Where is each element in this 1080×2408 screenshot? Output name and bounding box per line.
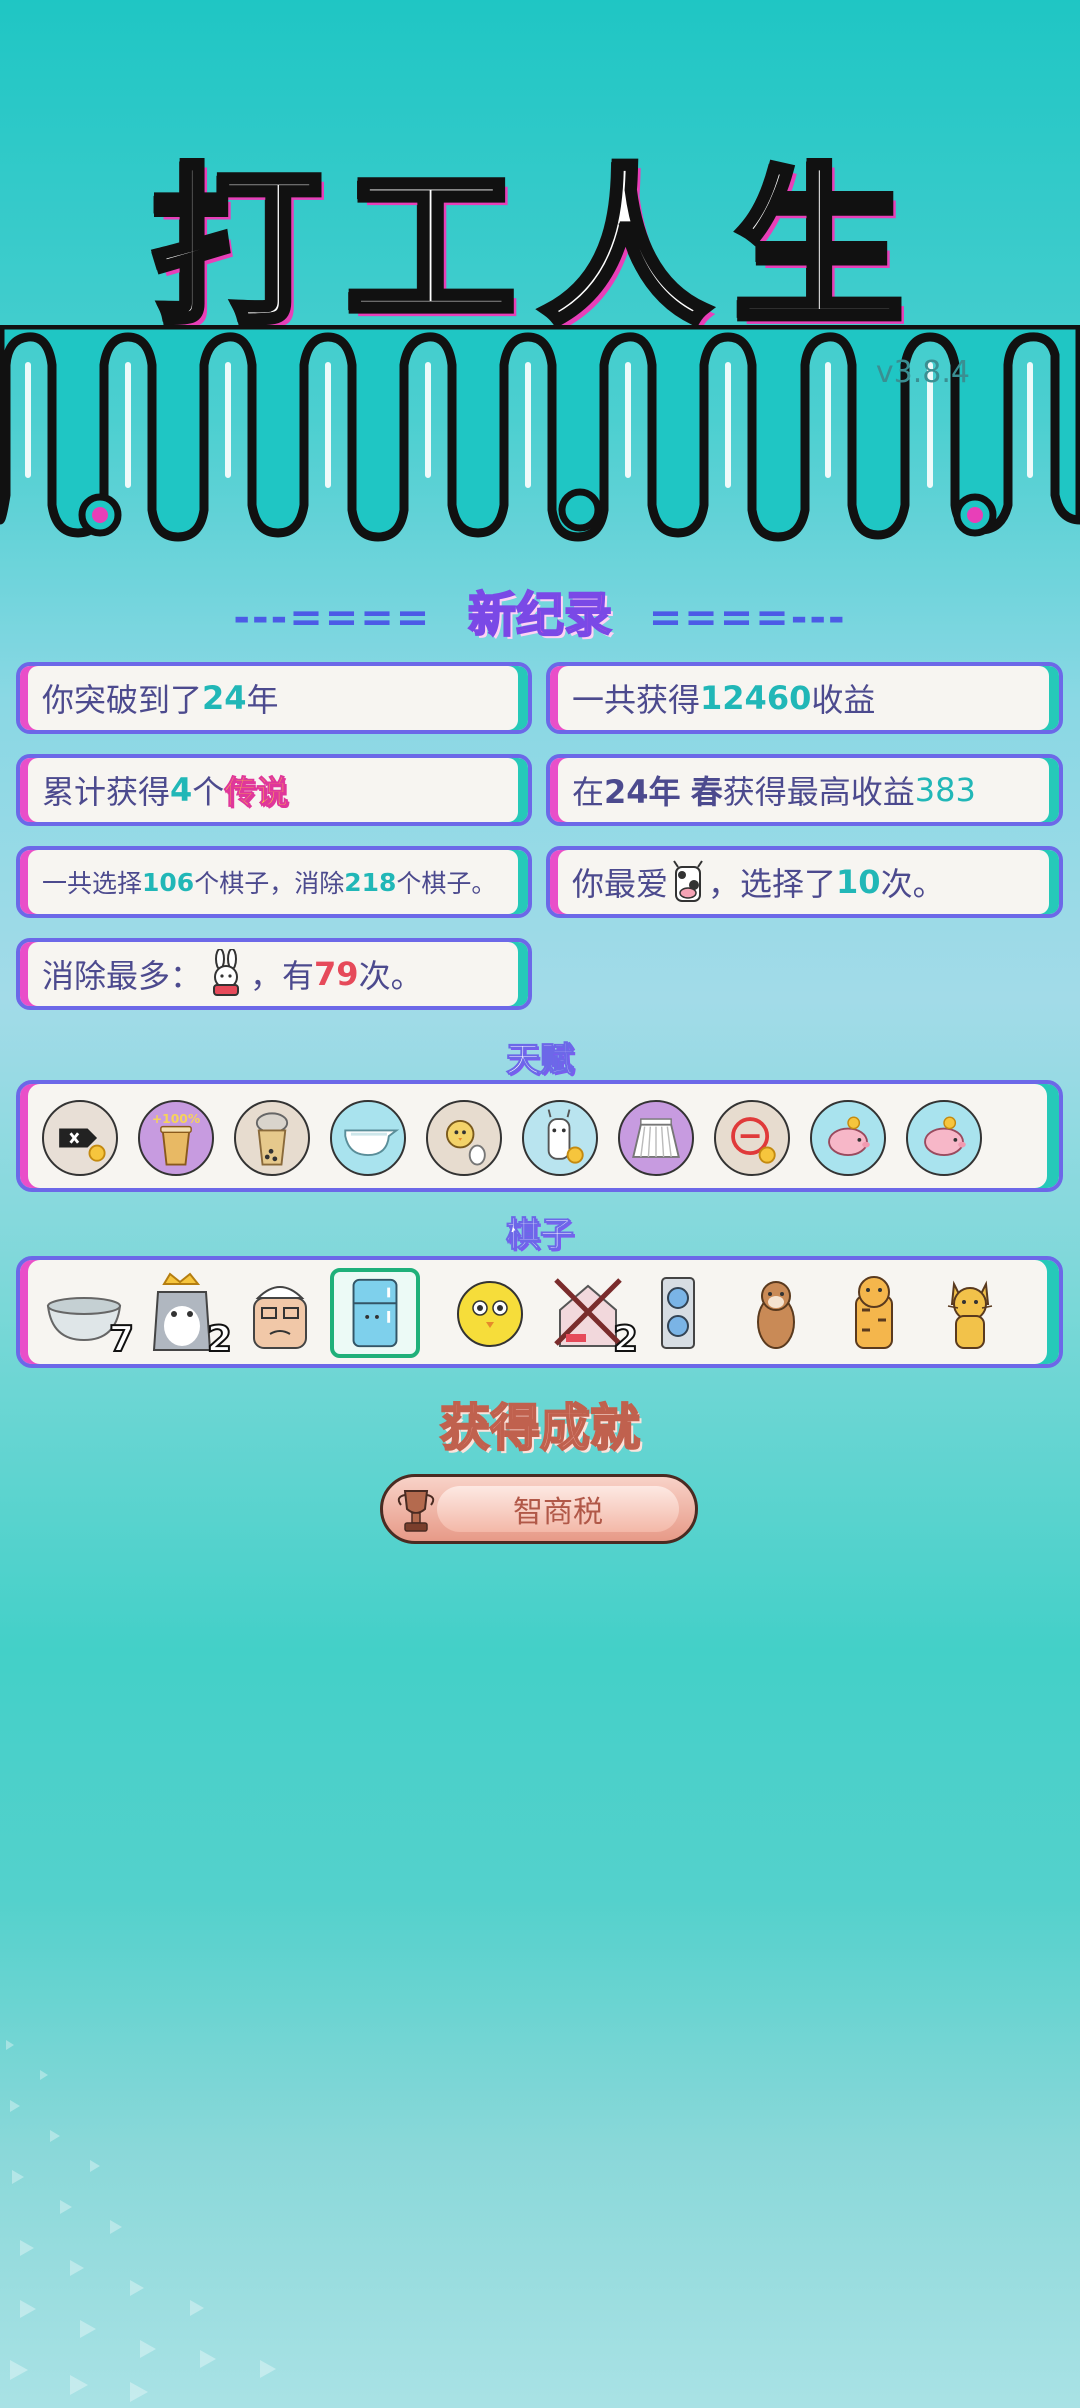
stat-text: 次。 — [880, 865, 945, 903]
achievement-title: 获得成就 — [439, 1398, 641, 1458]
stat-best-card: 在 24年 春 获得最高收益 383 — [546, 754, 1063, 826]
stat-season: 春 — [690, 773, 723, 811]
cat-icon[interactable] — [928, 1270, 1012, 1354]
stat-favorite-card: 你最爱 ，选择了 10 次。 — [546, 846, 1063, 918]
stat-text: 消除最多： — [42, 957, 203, 995]
piece-count: 2 — [612, 1318, 639, 1361]
stat-value: 383 — [914, 771, 976, 809]
stat-choices-card: 一共选择 106 个棋子，消除 218 个棋子。 — [16, 846, 532, 918]
husky-king-icon[interactable]: 2 — [140, 1270, 233, 1361]
stat-removed-card: 消除最多： ，有 79 次。 — [16, 938, 532, 1010]
stat-text: 你最爱 — [572, 865, 669, 903]
stat-income-card: 一共获得 12460 收益 — [546, 662, 1063, 734]
stat-text: 获得最高收益 — [722, 773, 915, 811]
legend-tag: 传说 — [224, 773, 289, 812]
chick-egg-icon[interactable] — [426, 1100, 502, 1176]
piggy-bank-icon[interactable] — [906, 1100, 982, 1176]
new-record-title: 新纪录 — [467, 586, 613, 644]
alpaca-icon[interactable] — [522, 1100, 598, 1176]
svg-text:+100%: +100% — [152, 1112, 200, 1126]
pieces-label: 棋子 — [506, 1215, 575, 1256]
stat-text: 个棋子。 — [396, 869, 497, 898]
piece-count: 2 — [206, 1318, 233, 1361]
stat-value: 79 — [314, 955, 359, 993]
achievement-badge[interactable]: 智商税 — [380, 1474, 698, 1544]
worker-icon[interactable] — [238, 1270, 322, 1354]
pieces-strip: 7 2 2 — [16, 1256, 1063, 1368]
talents-strip: +100% — [16, 1080, 1063, 1192]
piggy-bank-icon[interactable] — [810, 1100, 886, 1176]
header-left-deco: ---==== — [233, 595, 432, 641]
remove-tag-icon[interactable] — [42, 1100, 118, 1176]
stat-years-card: 你突破到了 24 年 — [16, 662, 532, 734]
stat-text: 次。 — [358, 957, 423, 995]
stat-text: ，有 — [250, 957, 315, 995]
header-right-deco: ====--- — [648, 595, 847, 641]
crossed-house-icon[interactable]: 2 — [546, 1270, 639, 1361]
achievement-badge-label: 智商税 — [437, 1486, 679, 1532]
skirt-icon[interactable] — [618, 1100, 694, 1176]
stat-text: 累计获得 — [42, 773, 171, 811]
milk-tea-icon[interactable] — [234, 1100, 310, 1176]
graphics-card-icon[interactable] — [636, 1270, 720, 1354]
stat-year: 24年 — [604, 773, 681, 811]
otter-icon[interactable] — [734, 1270, 818, 1354]
version-label: v3.8.4 — [875, 355, 970, 390]
stat-text: 一共获得 — [572, 681, 701, 719]
stat-legend-card: 累计获得 4 个传说 — [16, 754, 532, 826]
stat-value: 10 — [836, 863, 881, 901]
minus-circle-icon[interactable] — [714, 1100, 790, 1176]
fridge-icon[interactable] — [330, 1268, 420, 1358]
stat-value: 12460 — [700, 679, 812, 717]
tiger-icon[interactable] — [832, 1270, 916, 1354]
new-record-header: ---==== 新纪录 ====--- — [0, 575, 1080, 645]
stat-value: 4 — [170, 771, 193, 809]
decorative-triangle-pattern — [6, 2040, 276, 2402]
stat-value: 218 — [344, 867, 397, 897]
stat-value: 24 — [202, 679, 247, 717]
cow-icon — [673, 860, 703, 902]
trophy-icon — [397, 1490, 435, 1532]
stat-text: 个 — [192, 773, 225, 811]
chick-face-icon[interactable] — [448, 1270, 532, 1354]
stat-text: 收益 — [811, 681, 876, 719]
bowl-icon[interactable]: 7 — [42, 1270, 135, 1361]
piece-count: 7 — [108, 1318, 135, 1361]
stat-text: ，选择了 — [708, 865, 837, 903]
stat-value: 106 — [142, 867, 195, 897]
talents-label: 天赋 — [506, 1040, 575, 1081]
cup-plus100-icon[interactable]: +100% — [138, 1100, 214, 1176]
stat-text: 一共选择 — [42, 869, 143, 898]
game-title: 打工人生 — [148, 147, 928, 352]
stat-text: 在 — [572, 773, 605, 811]
rabbit-icon — [213, 949, 240, 996]
stat-text: 个棋子，消除 — [194, 869, 345, 898]
stat-text: 年 — [246, 681, 279, 719]
gravy-boat-icon[interactable] — [330, 1100, 406, 1176]
stat-text: 你突破到了 — [42, 681, 203, 719]
